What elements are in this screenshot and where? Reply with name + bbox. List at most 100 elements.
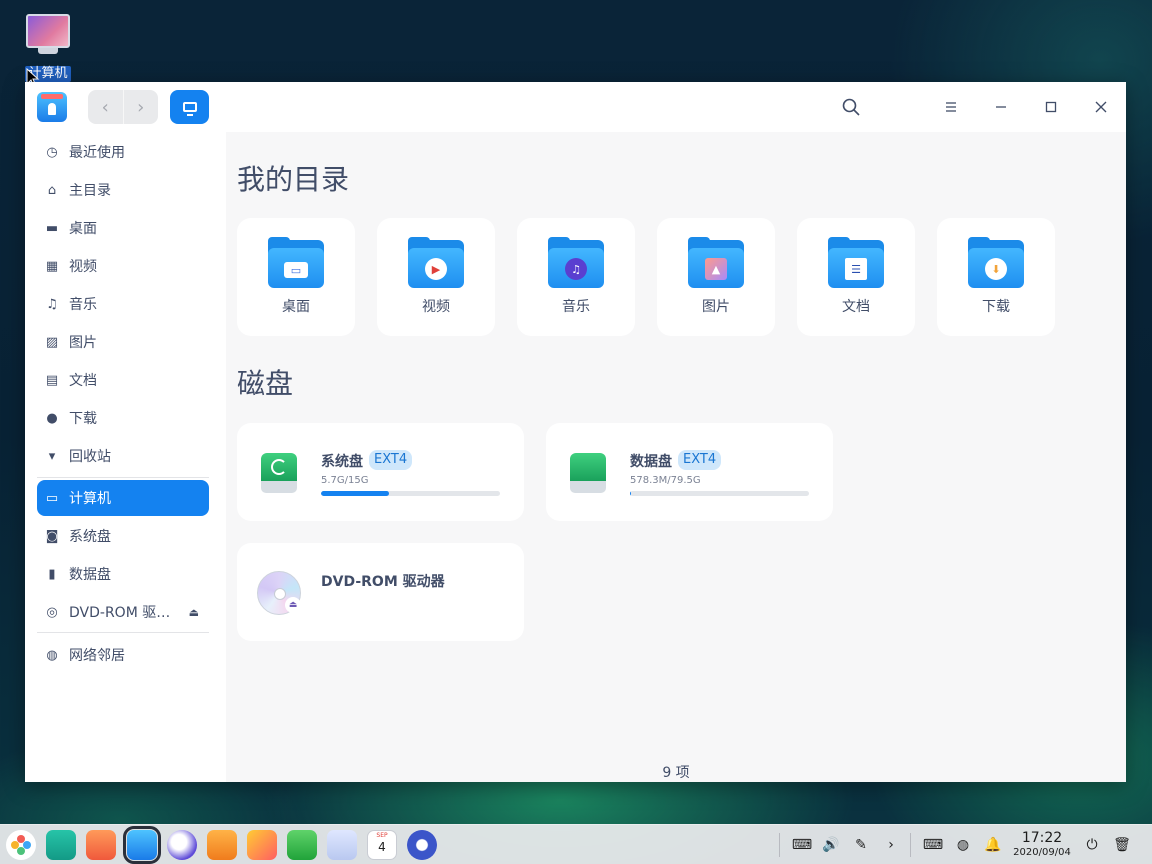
sidebar-item-label: 系统盘: [69, 529, 111, 545]
minimize-button[interactable]: [976, 82, 1026, 132]
folder-card-pictures[interactable]: ▲ 图片: [657, 218, 775, 336]
minimize-icon: [996, 106, 1006, 108]
network-status-icon[interactable]: ◍: [950, 825, 976, 864]
close-icon: [1095, 101, 1107, 113]
sidebar-item-dvd[interactable]: ◎ DVD-ROM 驱… ⏏: [37, 594, 209, 630]
titlebar: ‹ ›: [25, 82, 1126, 132]
power-icon[interactable]: ⏻: [1079, 825, 1105, 864]
filesystem-badge: EXT4: [678, 450, 722, 470]
notification-bell-icon[interactable]: 🔔: [980, 825, 1006, 864]
taskbar-divider: [910, 833, 911, 857]
network-icon: ◍: [46, 647, 58, 663]
music-player-icon[interactable]: [287, 830, 317, 860]
disk-card-system[interactable]: 系统盘 EXT4 5.7G/15G: [237, 423, 524, 521]
launcher-icon[interactable]: [6, 830, 36, 860]
monitor-icon: [182, 102, 197, 116]
app-store-bag-icon[interactable]: [207, 830, 237, 860]
search-button[interactable]: [826, 82, 876, 132]
clock-icon: ◷: [46, 144, 58, 160]
back-button[interactable]: ‹: [88, 90, 123, 124]
sidebar-item-desktop[interactable]: ▬ 桌面: [37, 210, 209, 246]
status-bar-item-count: 9 项: [662, 765, 690, 781]
close-button[interactable]: [1076, 82, 1126, 132]
file-manager-dock-icon[interactable]: [123, 826, 161, 864]
disk-name: 数据盘: [630, 454, 672, 470]
trash-icon: ▾: [48, 448, 56, 464]
sidebar-item-home[interactable]: ⌂ 主目录: [37, 172, 209, 208]
sidebar-item-trash[interactable]: ▾ 回收站: [37, 438, 209, 474]
computer-icon: [26, 14, 70, 48]
sidebar: ◷ 最近使用 ⌂ 主目录 ▬ 桌面 ▦ 视频 ♫ 音乐 ▨ 图片 ▤ 文档 ●: [25, 132, 226, 782]
sidebar-item-data-disk[interactable]: ▮ 数据盘: [37, 556, 209, 592]
folder-card-music[interactable]: ♫ 音乐: [517, 218, 635, 336]
trash-dock-icon[interactable]: 🗑: [1109, 825, 1135, 864]
sidebar-item-label: 视频: [69, 259, 97, 275]
multitasking-view-icon[interactable]: [46, 830, 76, 860]
sidebar-item-label: DVD-ROM 驱…: [69, 605, 171, 621]
disk-usage-bar: [630, 491, 809, 496]
folder-card-videos[interactable]: ▶ 视频: [377, 218, 495, 336]
hamburger-menu-icon: [946, 102, 956, 112]
sidebar-item-downloads[interactable]: ● 下载: [37, 400, 209, 436]
chevron-right-icon[interactable]: ›: [878, 825, 904, 864]
folder-label: 视频: [422, 299, 450, 315]
calendar-icon[interactable]: SEP 4: [367, 830, 397, 860]
folder-label: 音乐: [562, 299, 590, 315]
computer-view-button[interactable]: [170, 90, 209, 124]
disk-icon: ▮: [48, 566, 56, 582]
sidebar-item-recent[interactable]: ◷ 最近使用: [37, 134, 209, 170]
sidebar-item-videos[interactable]: ▦ 视频: [37, 248, 209, 284]
music-icon: ♫: [46, 296, 58, 312]
forward-button[interactable]: ›: [122, 90, 159, 124]
browser-icon[interactable]: [167, 830, 197, 860]
sidebar-item-network[interactable]: ◍ 网络邻居: [37, 637, 209, 673]
my-directories-title: 我的目录: [237, 163, 350, 196]
document-icon: ▤: [45, 372, 59, 388]
music-folder-icon: ♫: [548, 237, 604, 288]
sidebar-item-pictures[interactable]: ▨ 图片: [37, 324, 209, 360]
system-disk-icon: [261, 453, 297, 493]
sidebar-item-music[interactable]: ♫ 音乐: [37, 286, 209, 322]
disk-card-data[interactable]: 数据盘 EXT4 578.3M/79.5G: [546, 423, 833, 521]
folder-card-documents[interactable]: ☰ 文档: [797, 218, 915, 336]
filesystem-badge: EXT4: [369, 450, 413, 470]
sidebar-item-label: 最近使用: [69, 145, 125, 161]
image-viewer-icon[interactable]: [247, 830, 277, 860]
sidebar-item-label: 数据盘: [69, 567, 111, 583]
file-manager-logo-icon: [37, 92, 67, 122]
clock[interactable]: 17:22 2020/09/04: [1010, 829, 1074, 859]
document-viewer-icon[interactable]: [327, 830, 357, 860]
sidebar-item-computer[interactable]: ▭ 计算机: [37, 480, 209, 516]
folder-card-downloads[interactable]: ⬇ 下载: [937, 218, 1055, 336]
settings-icon[interactable]: [407, 830, 437, 860]
input-method-icon[interactable]: ⌨: [920, 825, 946, 864]
dvd-drive-name: DVD-ROM 驱动器: [321, 574, 445, 590]
disk-usage: 5.7G/15G: [321, 475, 369, 486]
home-icon: ⌂: [47, 182, 57, 198]
sidebar-item-label: 下载: [69, 411, 97, 427]
disk-usage: 578.3M/79.5G: [630, 475, 701, 486]
sidebar-item-system-disk[interactable]: ◙ 系统盘: [37, 518, 209, 554]
sidebar-divider: [37, 632, 209, 633]
search-icon: [842, 98, 860, 116]
folder-card-desktop[interactable]: ▭ 桌面: [237, 218, 355, 336]
calendar-month: SEP: [376, 832, 388, 839]
dvd-drive-card[interactable]: ⏏ DVD-ROM 驱动器: [237, 543, 524, 641]
eject-icon[interactable]: ⏏: [189, 606, 199, 619]
sidebar-item-documents[interactable]: ▤ 文档: [37, 362, 209, 398]
keyboard-icon[interactable]: ⌨: [789, 825, 815, 864]
eject-icon[interactable]: ⏏: [285, 597, 301, 613]
sidebar-divider: [37, 477, 209, 478]
sidebar-item-label: 主目录: [69, 183, 111, 199]
menu-button[interactable]: [926, 82, 976, 132]
volume-icon[interactable]: 🔊: [818, 825, 844, 864]
titlebar-controls: [826, 82, 1126, 132]
app-store-icon[interactable]: [86, 830, 116, 860]
sidebar-item-label: 计算机: [69, 491, 111, 507]
maximize-button[interactable]: [1026, 82, 1076, 132]
disk-usage-bar: [321, 491, 500, 496]
desktop-folder-icon: ▭: [268, 237, 324, 288]
disk-usage-fill: [321, 491, 390, 496]
chevron-right-icon: ›: [137, 96, 145, 118]
pen-icon[interactable]: ✎: [848, 825, 874, 864]
